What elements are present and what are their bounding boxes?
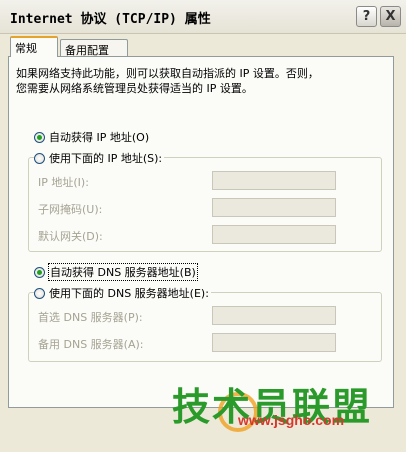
description-text: 如果网络支持此功能，则可以获取自动指派的 IP 设置。否则， 您需要从网络系统管…	[16, 66, 376, 96]
manual-ip-label: 使用下面的 IP 地址(S):	[49, 152, 163, 165]
tab-alternate-configuration[interactable]: 备用配置	[60, 39, 128, 57]
ip-address-input[interactable]	[212, 171, 336, 190]
auto-ip-radio[interactable]: 自动获得 IP 地址(O)	[34, 129, 149, 145]
title-bar: Internet 协议 (TCP/IP) 属性 ? X	[0, 0, 406, 34]
auto-dns-label: 自动获得 DNS 服务器地址(B)	[48, 263, 198, 281]
watermark-url: www.jsgho.com	[238, 412, 345, 428]
auto-ip-label: 自动获得 IP 地址(O)	[49, 131, 150, 144]
default-gateway-label: 默认网关(D):	[38, 230, 103, 243]
alternate-dns-label: 备用 DNS 服务器(A):	[38, 338, 144, 351]
radio-unselected-icon	[34, 287, 45, 299]
alternate-dns-input[interactable]	[212, 333, 336, 352]
preferred-dns-label: 首选 DNS 服务器(P):	[38, 311, 143, 324]
help-icon: ?	[362, 9, 371, 24]
auto-dns-radio[interactable]: 自动获得 DNS 服务器地址(B)	[34, 263, 198, 281]
radio-unselected-icon	[34, 152, 45, 164]
subnet-mask-input[interactable]	[212, 198, 336, 217]
help-button[interactable]: ?	[356, 6, 377, 27]
manual-dns-label: 使用下面的 DNS 服务器地址(E):	[49, 287, 209, 300]
manual-ip-radio[interactable]: 使用下面的 IP 地址(S):	[34, 150, 165, 166]
default-gateway-input[interactable]	[212, 225, 336, 244]
close-icon: X	[385, 9, 396, 24]
window-title: Internet 协议 (TCP/IP) 属性	[10, 12, 211, 27]
close-button[interactable]: X	[380, 6, 401, 27]
description-line-1: 如果网络支持此功能，则可以获取自动指派的 IP 设置。否则，	[16, 67, 319, 80]
manual-dns-radio[interactable]: 使用下面的 DNS 服务器地址(E):	[34, 285, 211, 301]
radio-selected-icon	[34, 266, 45, 278]
description-line-2: 您需要从网络系统管理员处获得适当的 IP 设置。	[16, 82, 253, 95]
radio-selected-icon	[34, 131, 45, 143]
preferred-dns-input[interactable]	[212, 306, 336, 325]
subnet-mask-label: 子网掩码(U):	[38, 203, 103, 216]
ip-address-label: IP 地址(I):	[38, 176, 89, 189]
tab-general[interactable]: 常规	[10, 36, 58, 57]
